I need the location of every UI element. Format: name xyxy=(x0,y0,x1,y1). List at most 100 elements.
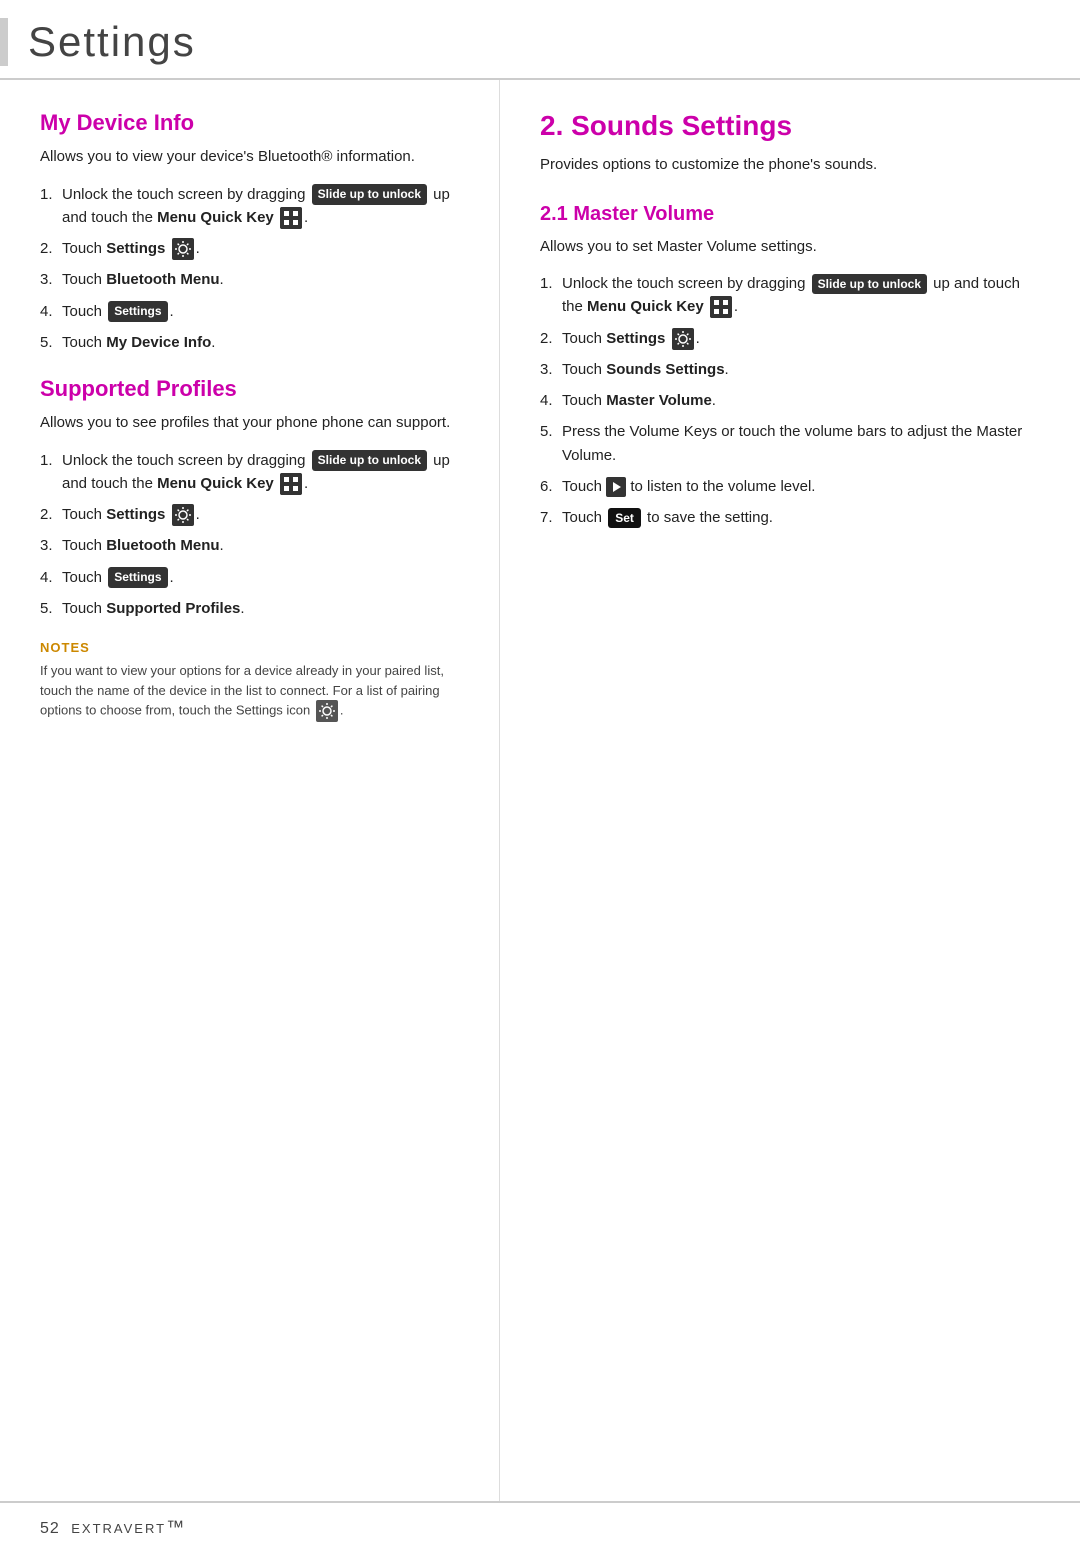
my-device-info-steps: 1. Unlock the touch screen by dragging S… xyxy=(40,183,469,355)
list-item: 2. Touch Settings . xyxy=(40,237,469,260)
bluetooth-menu-label: Bluetooth Menu xyxy=(106,271,219,288)
step-content: Touch Master Volume. xyxy=(562,389,1040,412)
list-item: 1. Unlock the touch screen by dragging S… xyxy=(40,183,469,230)
left-column: My Device Info Allows you to view your d… xyxy=(0,80,500,1501)
step-number: 2. xyxy=(540,327,562,350)
step-number: 4. xyxy=(540,389,562,412)
step-content: Touch Settings . xyxy=(62,237,469,260)
step-content: Touch Supported Profiles. xyxy=(62,597,469,620)
page-number: 52 xyxy=(40,1520,60,1537)
step-content: Press the Volume Keys or touch the volum… xyxy=(562,420,1040,467)
step-content: Touch Set to save the setting. xyxy=(562,506,1040,529)
menu-quick-key-label: Menu Quick Key xyxy=(157,475,274,492)
slide-unlock-badge: Slide up to unlock xyxy=(312,450,427,471)
list-item: 3. Touch Bluetooth Menu. xyxy=(40,534,469,557)
step-number: 2. xyxy=(40,237,62,260)
play-icon xyxy=(606,477,626,497)
step-number: 6. xyxy=(540,475,562,498)
sounds-settings-label: Sounds Settings xyxy=(606,361,724,378)
grid-icon xyxy=(280,207,302,229)
step-number: 5. xyxy=(40,331,62,354)
title-accent xyxy=(0,18,8,66)
gear-icon-inline xyxy=(316,700,338,722)
grid-icon xyxy=(280,473,302,495)
right-column: 2. Sounds Settings Provides options to c… xyxy=(500,80,1080,1501)
step-content: Touch Sounds Settings. xyxy=(562,358,1040,381)
my-device-info-heading: My Device Info xyxy=(40,110,469,136)
step-number: 5. xyxy=(540,420,562,443)
step-number: 1. xyxy=(40,449,62,472)
list-item: 2. Touch Settings . xyxy=(40,503,469,526)
list-item: 7. Touch Set to save the setting. xyxy=(540,506,1040,529)
supported-profiles-heading: Supported Profiles xyxy=(40,376,469,402)
my-device-info-desc: Allows you to view your device's Bluetoo… xyxy=(40,146,469,169)
list-item: 6. Touch to listen to the volume level. xyxy=(540,475,1040,498)
gear-icon xyxy=(172,238,194,260)
step-content: Touch Bluetooth Menu. xyxy=(62,534,469,557)
step-content: Touch Settings. xyxy=(62,566,469,589)
set-badge: Set xyxy=(608,508,641,529)
master-volume-section: 2.1 Master Volume Allows you to set Mast… xyxy=(540,203,1040,530)
settings-label: Settings xyxy=(106,506,165,523)
gear-icon xyxy=(672,328,694,350)
title-bar: Settings xyxy=(0,0,1080,80)
supported-profiles-desc: Allows you to see profiles that your pho… xyxy=(40,412,469,435)
list-item: 3. Touch Bluetooth Menu. xyxy=(40,268,469,291)
step-content: Touch to listen to the volume level. xyxy=(562,475,1040,498)
gear-icon xyxy=(172,504,194,526)
master-volume-heading: 2.1 Master Volume xyxy=(540,203,1040,226)
page-title: Settings xyxy=(28,18,196,66)
sounds-settings-heading: 2. Sounds Settings xyxy=(540,110,1040,142)
step-content: Unlock the touch screen by dragging Slid… xyxy=(62,183,469,230)
list-item: 1. Unlock the touch screen by dragging S… xyxy=(540,272,1040,319)
notes-section: NOTES If you want to view your options f… xyxy=(40,640,469,722)
my-device-info-label: My Device Info xyxy=(106,334,211,351)
step-content: Unlock the touch screen by dragging Slid… xyxy=(62,449,469,496)
step-number: 1. xyxy=(40,183,62,206)
settings-label: Settings xyxy=(606,330,665,347)
notes-text: If you want to view your options for a d… xyxy=(40,661,469,722)
supported-profiles-section: Supported Profiles Allows you to see pro… xyxy=(40,376,469,620)
slide-unlock-badge: Slide up to unlock xyxy=(812,274,927,295)
supported-profiles-label: Supported Profiles xyxy=(106,600,240,617)
master-volume-steps: 1. Unlock the touch screen by dragging S… xyxy=(540,272,1040,529)
list-item: 5. Press the Volume Keys or touch the vo… xyxy=(540,420,1040,467)
menu-quick-key-label: Menu Quick Key xyxy=(587,298,704,315)
brand-name: Extravert™ xyxy=(71,1517,186,1537)
step-content: Touch Bluetooth Menu. xyxy=(62,268,469,291)
step-number: 3. xyxy=(40,268,62,291)
master-volume-label: Master Volume xyxy=(606,392,712,409)
step-content: Touch Settings. xyxy=(62,300,469,323)
step-content: Unlock the touch screen by dragging Slid… xyxy=(562,272,1040,319)
footer-text: 52 Extravert™ xyxy=(40,1517,186,1538)
list-item: 4. Touch Settings. xyxy=(40,300,469,323)
slide-unlock-badge: Slide up to unlock xyxy=(312,184,427,205)
step-number: 5. xyxy=(40,597,62,620)
step-number: 1. xyxy=(540,272,562,295)
master-volume-desc: Allows you to set Master Volume settings… xyxy=(540,236,1040,259)
list-item: 5. Touch Supported Profiles. xyxy=(40,597,469,620)
list-item: 4. Touch Settings. xyxy=(40,566,469,589)
sounds-settings-desc: Provides options to customize the phone'… xyxy=(540,154,1040,177)
step-content: Touch Settings . xyxy=(562,327,1040,350)
step-number: 4. xyxy=(40,566,62,589)
step-number: 7. xyxy=(540,506,562,529)
page: Settings My Device Info Allows you to vi… xyxy=(0,0,1080,1552)
notes-label: NOTES xyxy=(40,640,469,655)
content-columns: My Device Info Allows you to view your d… xyxy=(0,80,1080,1501)
step-number: 2. xyxy=(40,503,62,526)
bluetooth-menu-label: Bluetooth Menu xyxy=(106,537,219,554)
settings-label: Settings xyxy=(106,240,165,257)
step-content: Touch Settings . xyxy=(62,503,469,526)
list-item: 4. Touch Master Volume. xyxy=(540,389,1040,412)
settings-badge: Settings xyxy=(108,301,167,322)
list-item: 3. Touch Sounds Settings. xyxy=(540,358,1040,381)
my-device-info-section: My Device Info Allows you to view your d… xyxy=(40,110,469,354)
step-number: 3. xyxy=(540,358,562,381)
step-number: 4. xyxy=(40,300,62,323)
footer: 52 Extravert™ xyxy=(0,1501,1080,1552)
supported-profiles-steps: 1. Unlock the touch screen by dragging S… xyxy=(40,449,469,621)
menu-quick-key-label: Menu Quick Key xyxy=(157,209,274,226)
settings-badge: Settings xyxy=(108,567,167,588)
list-item: 2. Touch Settings . xyxy=(540,327,1040,350)
